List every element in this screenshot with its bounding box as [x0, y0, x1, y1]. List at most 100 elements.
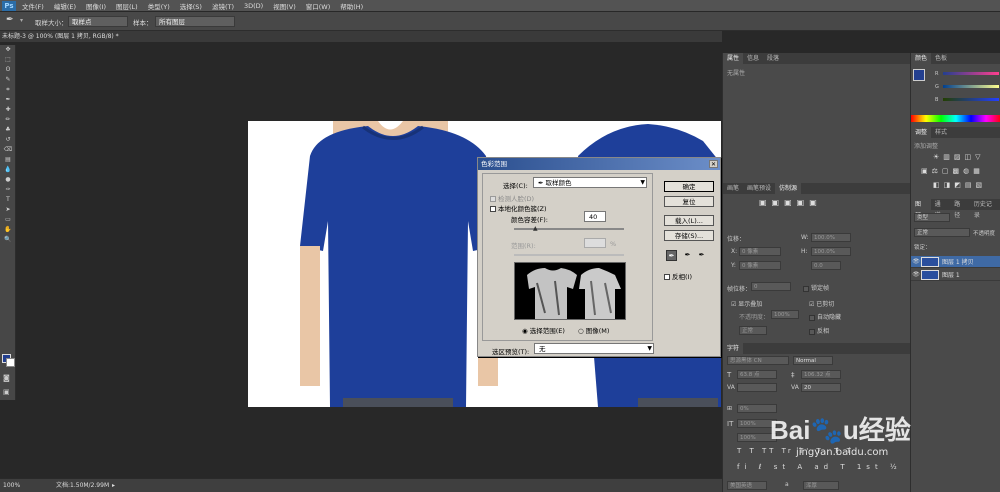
brush-icon[interactable]: ✏ [0, 115, 16, 125]
kerning-field[interactable] [737, 383, 777, 392]
selection-radio[interactable]: ◉ 选择范围(E) [522, 325, 565, 335]
range-input[interactable] [584, 238, 606, 248]
font-size-field[interactable]: 63.8 点 [737, 370, 777, 379]
sample-layers-select[interactable]: 所有图层 [155, 16, 235, 27]
tab-info[interactable]: 信息 [743, 53, 763, 64]
pen-icon[interactable]: ✑ [0, 185, 16, 195]
menu-help[interactable]: 帮助(H) [340, 1, 363, 11]
fuzziness-slider-track[interactable] [514, 228, 624, 230]
show-overlay-checkbox[interactable]: ☑ 显示叠加 [731, 299, 762, 308]
tab-brush-presets[interactable]: 画笔预设 [743, 183, 775, 194]
frame-offset-field[interactable]: 0 [751, 282, 791, 291]
history-brush-icon[interactable]: ↺ [0, 135, 16, 145]
tab-swatches[interactable]: 色板 [931, 53, 951, 64]
document-tab[interactable]: 未标题-3 @ 100% (图层 1 拷贝, RGB/8) * [0, 31, 722, 42]
menu-view[interactable]: 视图(V) [273, 1, 296, 11]
leading-field[interactable]: 106.32 点 [801, 370, 841, 379]
color-spectrum-bar[interactable] [911, 115, 1000, 122]
sample-size-select[interactable]: 取样点 [68, 16, 128, 27]
adjustment-icons-row-1[interactable]: ☀▥▨◫▽ [933, 153, 985, 161]
lock-frame-checkbox[interactable]: 锁定帧 [803, 283, 829, 292]
screen-mode-icon[interactable]: ▣ [3, 388, 10, 396]
chevron-down-icon[interactable]: ▾ [20, 17, 23, 24]
antialias-select[interactable]: 浑厚 [803, 481, 839, 490]
green-slider[interactable] [943, 85, 999, 88]
healing-icon[interactable]: ✚ [0, 105, 16, 115]
clipped-checkbox[interactable]: ☑ 已剪切 [809, 299, 834, 308]
background-color-swatch[interactable] [6, 358, 15, 367]
tab-properties[interactable]: 属性 [723, 53, 744, 64]
eyedropper-plus-icon[interactable]: ✒ [682, 250, 693, 261]
opacity-field[interactable]: 100% [771, 310, 799, 319]
width-scale-field[interactable]: 100.0% [811, 233, 851, 242]
adjustment-icons-row-3[interactable]: ◧◨◩▤▧ [933, 181, 986, 189]
selection-preview-dropdown[interactable]: 无 ▼ [534, 343, 654, 354]
path-select-icon[interactable]: ➤ [0, 205, 16, 215]
tab-channels[interactable]: 通道 [931, 199, 951, 219]
localized-clusters-checkbox[interactable]: 本地化颜色簇(Z) [490, 203, 547, 213]
lasso-icon[interactable]: ʘ [0, 65, 16, 75]
tab-history[interactable]: 历史记录 [970, 199, 1000, 219]
auto-hide-checkbox[interactable]: 自动隐藏 [809, 312, 841, 321]
eyedropper-tool-icon[interactable]: ✒ [666, 250, 677, 261]
dodge-icon[interactable]: ● [0, 175, 16, 185]
menu-select[interactable]: 选择(S) [180, 1, 202, 11]
eraser-icon[interactable]: ⌫ [0, 145, 16, 155]
reset-button[interactable]: 复位 [664, 196, 714, 207]
tracking-field[interactable]: 20 [801, 383, 841, 392]
language-select[interactable]: 美国英语 [727, 481, 767, 490]
angle-field[interactable]: 0.0 [811, 261, 841, 270]
stamp-icon[interactable]: ♣ [0, 125, 16, 135]
layer-row[interactable]: 👁 图层 1 拷贝 [911, 256, 1000, 268]
menu-3d[interactable]: 3D(D) [244, 2, 263, 10]
close-icon[interactable]: ✕ [709, 160, 718, 168]
tab-brush[interactable]: 画笔 [723, 183, 743, 194]
blur-icon[interactable]: 💧 [0, 165, 16, 175]
color-panel-foreground[interactable] [913, 69, 925, 81]
move-icon[interactable]: ✥ [0, 45, 16, 55]
save-button[interactable]: 存储(S)... [664, 230, 714, 241]
tab-layers[interactable]: 图层 [911, 199, 931, 219]
menu-file[interactable]: 文件(F) [22, 1, 44, 11]
eye-icon[interactable]: 👁 [911, 271, 921, 278]
status-arrow-icon[interactable]: ▸ [112, 479, 115, 492]
red-slider[interactable] [943, 72, 999, 75]
menu-window[interactable]: 窗口(W) [306, 1, 331, 11]
tab-paragraph[interactable]: 段落 [763, 53, 783, 64]
x-offset-field[interactable]: 0 像素 [739, 247, 781, 256]
zoom-level[interactable]: 100% [3, 479, 20, 492]
image-radio[interactable]: ○ 图像(M) [578, 325, 609, 335]
range-slider-track[interactable] [514, 254, 624, 256]
fuzziness-slider-thumb[interactable]: ▲ [533, 225, 538, 232]
tab-clone-source[interactable]: 仿制源 [775, 183, 802, 194]
crop-icon[interactable]: ⌗ [0, 85, 16, 95]
dialog-titlebar[interactable]: 色彩范围 ✕ [478, 158, 720, 170]
fuzziness-input[interactable]: 40 [584, 211, 606, 222]
gradient-icon[interactable]: ▤ [0, 155, 16, 165]
hand-icon[interactable]: ✋ [0, 225, 16, 235]
quick-mask-icon[interactable]: ◙ [3, 374, 10, 382]
quick-select-icon[interactable]: ✎ [0, 75, 16, 85]
blend-mode-select[interactable]: 正常 [739, 326, 767, 335]
invert-checkbox[interactable]: 反相(I) [664, 271, 692, 281]
height-scale-field[interactable]: 100.0% [811, 247, 851, 256]
menu-edit[interactable]: 编辑(E) [54, 1, 76, 11]
menu-layer[interactable]: 图层(L) [116, 1, 138, 11]
y-offset-field[interactable]: 0 像素 [739, 261, 781, 270]
font-family-select[interactable]: 思源黑体 CN [727, 356, 789, 365]
marquee-icon[interactable]: ⬚ [0, 55, 16, 65]
shape-icon[interactable]: ▭ [0, 215, 16, 225]
clone-source-icons[interactable]: ▣▣▣▣▣ [759, 198, 822, 207]
tab-paths[interactable]: 路径 [950, 199, 970, 219]
tab-color[interactable]: 颜色 [911, 53, 932, 64]
menu-image[interactable]: 图像(I) [86, 1, 106, 11]
select-dropdown[interactable]: ✒ 取样颜色 ▼ [533, 177, 647, 188]
eyedropper-icon[interactable]: ✒ [0, 95, 16, 105]
layer-row[interactable]: 👁 图层 1 [911, 269, 1000, 281]
type-icon[interactable]: T [0, 195, 16, 205]
tab-character[interactable]: 字符 [723, 343, 744, 354]
menu-type[interactable]: 类型(Y) [148, 1, 170, 11]
eyedropper-minus-icon[interactable]: ✒ [696, 250, 707, 261]
menu-filter[interactable]: 滤镜(T) [212, 1, 234, 11]
layer-kind-filter[interactable]: 类型 [914, 213, 950, 222]
